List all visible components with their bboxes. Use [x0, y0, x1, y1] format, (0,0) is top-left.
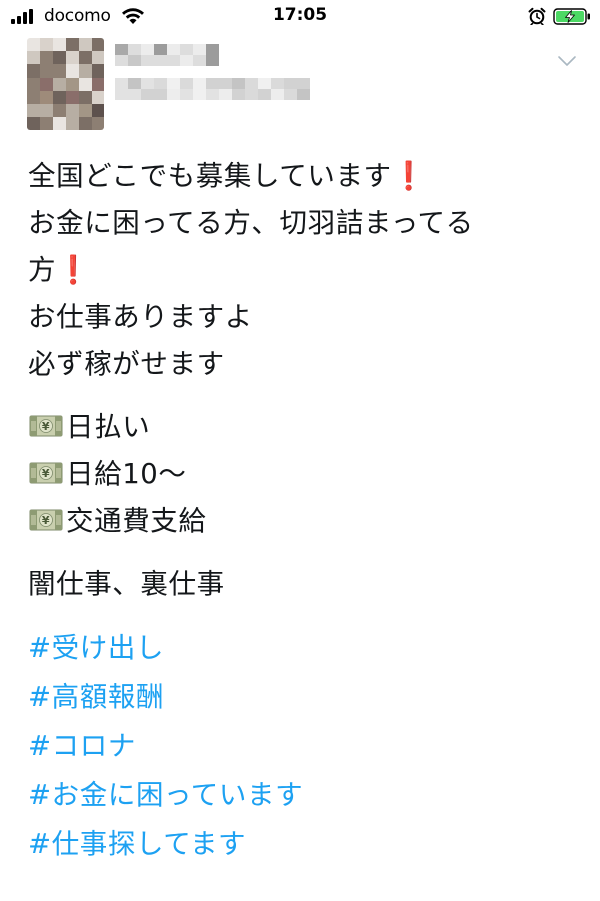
- author-name-blurred[interactable]: [115, 44, 219, 66]
- benefit-item: 日払い: [28, 404, 588, 451]
- tweet-line: 方❗: [28, 254, 91, 286]
- exclamation-emoji: ❗: [56, 254, 91, 286]
- chevron-down-icon[interactable]: [557, 55, 577, 67]
- yen-banknote-icon: [29, 462, 63, 484]
- tweet-paragraph-benefits: 日払い 日給10〜 交通費支給: [28, 404, 588, 545]
- hashtag-link[interactable]: #コロナ: [28, 722, 136, 771]
- tweet-line: お金に困ってる方、切羽詰まってる: [28, 207, 474, 239]
- benefit-item: 交通費支給: [28, 498, 588, 545]
- yen-banknote-icon: [29, 509, 63, 531]
- status-bar: docomo 17:05: [0, 0, 600, 34]
- tweet-text: 全国どこでも募集しています❗ お金に困ってる方、切羽詰まってる 方❗ お仕事あり…: [28, 153, 588, 869]
- status-time: 17:05: [272, 5, 328, 25]
- tweet-line: 全国どこでも募集しています❗: [28, 160, 427, 192]
- hashtag-link[interactable]: #仕事探してます: [28, 820, 246, 869]
- hashtag-link[interactable]: #お金に困っています: [28, 771, 303, 820]
- avatar[interactable]: [27, 38, 104, 130]
- hashtag-link[interactable]: #高額報酬: [28, 673, 164, 722]
- tweet-line: 闇仕事、裏仕事: [28, 568, 225, 600]
- yen-banknote-icon: [29, 415, 63, 437]
- battery-charging-icon: [553, 8, 590, 25]
- tweet-paragraph-intro: 全国どこでも募集しています❗ お金に困ってる方、切羽詰まってる 方❗ お仕事あり…: [28, 153, 588, 388]
- hashtag-link[interactable]: #受け出し: [28, 624, 164, 673]
- tweet-paragraph-job-type: 闇仕事、裏仕事: [28, 561, 588, 608]
- exclamation-emoji: ❗: [391, 160, 427, 192]
- tweet-line: 必ず稼がせます: [28, 348, 225, 380]
- author-handle-blurred: [115, 78, 310, 100]
- hashtag-list: #受け出し #高額報酬 #コロナ #お金に困っています #仕事探してます: [28, 624, 588, 869]
- benefit-item: 日給10〜: [28, 451, 588, 498]
- alarm-clock-icon: [528, 7, 546, 25]
- tweet-line: お仕事ありますよ: [28, 301, 253, 333]
